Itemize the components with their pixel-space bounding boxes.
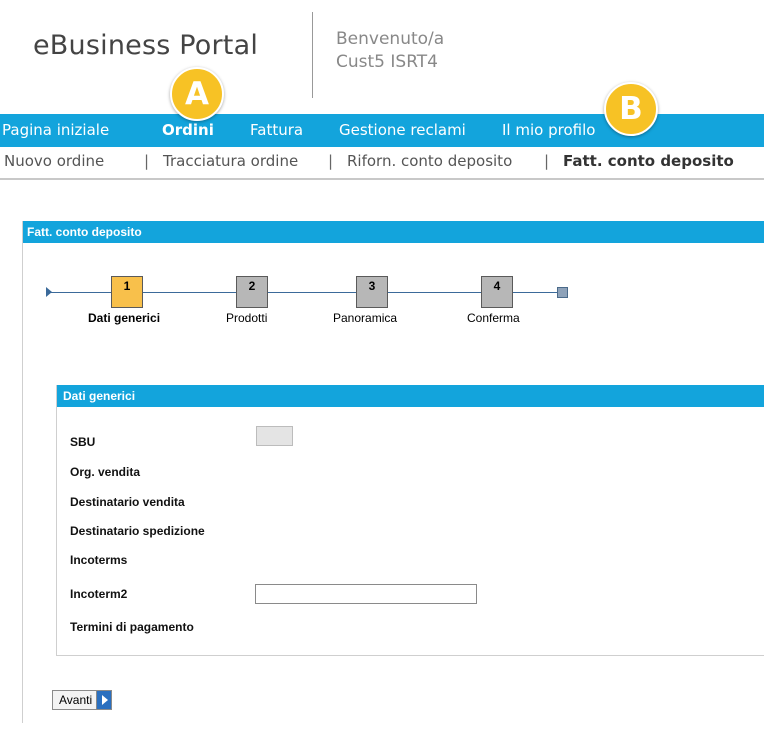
portal-logo: eBusiness Portal	[33, 30, 259, 61]
field-label-termini-di-pagamento: Termini di pagamento	[70, 620, 194, 634]
subnav-item-fatt-conto-deposito[interactable]: Fatt. conto deposito	[563, 152, 734, 170]
subnav-item-tracciatura-ordine[interactable]: Tracciatura ordine	[163, 152, 298, 170]
annotation-badge-b: B	[604, 82, 658, 136]
step-2-label: Prodotti	[226, 311, 268, 325]
steps-end-square-icon	[557, 287, 568, 298]
panel-title: Fatt. conto deposito	[23, 221, 764, 243]
subnav-item-riforn-conto-deposito[interactable]: Riforn. conto deposito	[347, 152, 512, 170]
avanti-button-label: Avanti	[59, 693, 93, 707]
subnav-item-nuovo-ordine[interactable]: Nuovo ordine	[4, 152, 104, 170]
annotation-badge-a: A	[170, 67, 224, 121]
step-1-box: 1	[111, 276, 143, 308]
dati-generici-section: Dati generici	[56, 385, 764, 656]
arrow-right-icon	[96, 691, 112, 709]
step-2-box: 2	[236, 276, 268, 308]
step-3-label: Panoramica	[333, 311, 398, 325]
step-4-box: 4	[481, 276, 513, 308]
welcome-message: Benvenuto/a Cust5 ISRT4	[336, 28, 444, 74]
sub-nav: Nuovo ordine | Tracciatura ordine | Rifo…	[0, 152, 764, 178]
nav-item-fattura[interactable]: Fattura	[250, 121, 303, 139]
field-label-incoterms: Incoterms	[70, 553, 128, 567]
field-label-destinatario-vendita: Destinatario vendita	[70, 495, 185, 509]
section-title: Dati generici	[57, 385, 764, 407]
step-3-box: 3	[356, 276, 388, 308]
sbu-value-box	[256, 426, 293, 446]
sub-nav-divider	[0, 178, 764, 180]
nav-item-pagina-iniziale[interactable]: Pagina iniziale	[2, 121, 109, 139]
step-1-label: Dati generici	[88, 311, 161, 325]
step-4-label: Conferma	[467, 311, 520, 325]
welcome-user-name: Cust5 ISRT4	[336, 52, 438, 72]
incoterm2-input[interactable]	[255, 584, 477, 604]
subnav-separator: |	[328, 152, 334, 170]
nav-item-gestione-reclami[interactable]: Gestione reclami	[339, 121, 466, 139]
field-label-destinatario-spedizione: Destinatario spedizione	[70, 524, 205, 538]
subnav-separator: |	[144, 152, 150, 170]
field-label-incoterm2: Incoterm2	[70, 587, 128, 601]
field-label-org-vendita: Org. vendita	[70, 465, 141, 479]
field-label-sbu: SBU	[70, 435, 96, 449]
nav-item-ordini[interactable]: Ordini	[162, 121, 214, 139]
welcome-greeting: Benvenuto/a	[336, 29, 445, 49]
avanti-button[interactable]: Avanti	[52, 690, 113, 710]
header-divider	[312, 12, 313, 98]
steps-start-arrow-icon	[46, 287, 52, 297]
subnav-separator: |	[544, 152, 550, 170]
nav-item-il-mio-profilo[interactable]: Il mio profilo	[502, 121, 595, 139]
